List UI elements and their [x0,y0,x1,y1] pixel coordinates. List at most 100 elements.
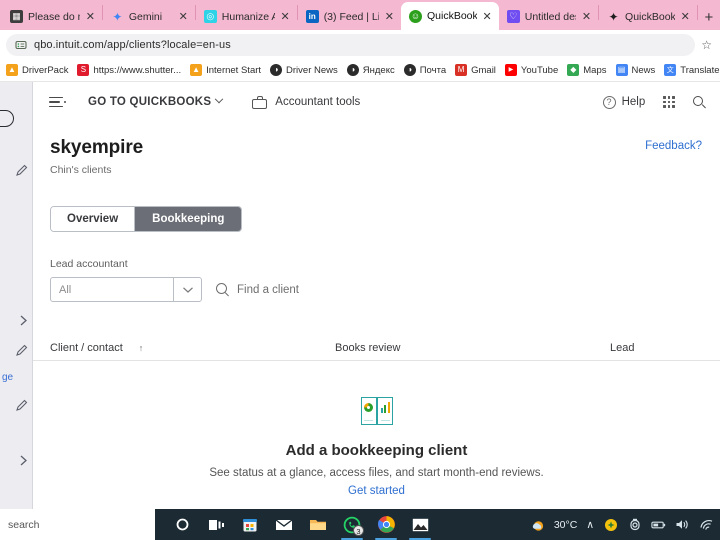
microsoft-store-icon[interactable] [233,509,267,540]
accountant-tools-menu[interactable]: Accountant tools [252,95,361,109]
bookmark-label: YouTube [520,64,559,76]
wifi-icon[interactable] [699,517,714,532]
bookmark-label: Maps [583,64,607,76]
chrome-icon[interactable] [369,509,403,540]
bookmark-internet-start[interactable]: ▲ Internet Start [190,64,261,76]
find-a-client-search[interactable]: Find a client [216,282,299,297]
driverpack-icon: ▲ [6,64,18,76]
close-icon[interactable]: ✕ [680,11,691,22]
get-started-link[interactable]: Get started [348,485,405,497]
bookmark-label: News [631,64,656,76]
bookmark-label: DriverPack [22,64,69,76]
page-viewport: ge GO TO QUICKBOOKS Accountant tools ? H… [0,82,720,540]
file-explorer-icon[interactable] [301,509,335,540]
task-view-icon[interactable] [199,509,233,540]
cortana-icon[interactable] [165,509,199,540]
bookmark-youtube[interactable]: ▶ YouTube [504,64,559,76]
close-icon[interactable]: ✕ [178,11,189,22]
browser-tab-3[interactable]: in (3) Feed | Lin ✕ [298,3,401,30]
chevron-up-icon[interactable]: ∧ [586,519,594,531]
sort-ascending-icon: ↑ [138,342,144,353]
whatsapp-badge: 3 [353,525,364,536]
tab-bookkeeping[interactable]: Bookkeeping [135,207,242,231]
battery-icon[interactable] [651,517,666,532]
bookmark-label: https://www.shutter... [93,64,182,76]
taskbar-search-input[interactable]: search [0,509,155,540]
bookmark-yandex[interactable]: ◑ Яндекс [346,64,395,76]
bookmark-shutterstock[interactable]: S https://www.shutter... [77,64,181,76]
column-header-client-contact[interactable]: Client / contact ↑ [50,342,335,354]
tab-overview[interactable]: Overview [51,207,136,231]
browser-tab-0[interactable]: ▦ Please do m ✕ [2,3,102,30]
browser-tab-4-active[interactable]: ☺ QuickBooks ✕ [400,2,499,30]
chevron-down-icon [215,94,224,104]
bookmark-star-icon[interactable]: ☆ [701,38,712,52]
speaker-icon[interactable] [675,517,690,532]
column-label: Books review [335,341,401,354]
bookmark-news[interactable]: ▤ News [615,64,656,76]
security-icon[interactable] [603,517,618,532]
bookmark-gmail[interactable]: M Gmail [455,64,496,76]
close-icon[interactable]: ✕ [581,11,592,22]
address-url-text[interactable]: qbo.intuit.com/app/clients?locale=en-us [34,39,231,51]
search-icon [216,282,230,297]
bookmark-driver-news[interactable]: ◑ Driver News [270,64,338,76]
close-icon[interactable]: ✕ [280,11,291,22]
pencil-icon[interactable] [0,162,33,178]
address-bar[interactable]: qbo.intuit.com/app/clients?locale=en-us [6,33,696,56]
bookmark-label: Яндекс [362,64,395,76]
app-top-nav: GO TO QUICKBOOKS Accountant tools ? Help [33,82,720,122]
chevron-right-icon[interactable] [0,452,33,468]
browser-toolbar: qbo.intuit.com/app/clients?locale=en-us … [0,30,720,59]
photos-icon[interactable] [403,509,437,540]
filter-bar: Lead accountant All Find a client [50,258,720,302]
bookmark-pochta[interactable]: ◑ Почта [403,64,446,76]
hamburger-menu-icon[interactable] [49,96,66,108]
empty-state-title: Add a bookkeeping client [285,442,468,459]
background-pill-shape [0,110,14,127]
mail-icon[interactable] [267,509,301,540]
accountant-tools-label: Accountant tools [275,96,361,108]
new-tab-button[interactable]: + [698,4,720,30]
column-header-lead[interactable]: Lead [610,342,704,354]
camera-icon[interactable] [627,517,642,532]
translate-icon: 文 [664,64,677,76]
bookmark-maps[interactable]: ◆ Maps [567,64,607,76]
system-tray: 30°C ∧ [530,517,720,532]
search-icon[interactable] [693,95,706,109]
whatsapp-icon[interactable]: 3 [335,509,369,540]
go-to-quickbooks-label: GO TO QUICKBOOKS [88,96,212,108]
gemini-icon: ✦ [112,10,123,23]
globe-icon: ◑ [346,64,359,76]
close-icon[interactable]: ✕ [384,11,395,22]
youtube-icon: ▶ [504,64,517,76]
browser-tab-5[interactable]: ♡ Untitled desi ✕ [499,3,598,30]
tab-title: Untitled desi [524,10,576,23]
close-icon[interactable]: ✕ [85,11,96,22]
close-icon[interactable]: ✕ [482,11,493,22]
lead-accountant-label: Lead accountant [50,258,128,270]
partly-cloudy-icon[interactable] [530,517,545,532]
tab-title: QuickBooks [625,10,675,23]
chevron-right-icon[interactable] [0,312,33,328]
background-app-label: ge [2,372,14,383]
browser-tab-6[interactable]: ✦ QuickBooks ✕ [599,3,697,30]
column-header-books-review[interactable]: Books review [335,342,610,354]
browser-tab-1[interactable]: ✦ Gemini ✕ [103,3,195,30]
grid-apps-icon[interactable] [663,96,675,108]
browser-tab-2[interactable]: ◎ Humanize AI ✕ [196,3,297,30]
chevron-down-icon[interactable] [173,278,201,301]
page-header: skyempire Chin's clients Feedback? [33,122,720,176]
feedback-link[interactable]: Feedback? [645,140,702,152]
go-to-quickbooks-menu[interactable]: GO TO QUICKBOOKS [88,94,224,108]
app-nav-right: ? Help [602,95,706,109]
help-button[interactable]: ? Help [602,95,645,109]
pencil-icon[interactable] [0,397,33,413]
page-info-icon[interactable] [14,38,27,51]
bookmark-translate[interactable]: 文 Translate [664,64,720,76]
column-label: Lead [610,341,635,354]
bookmark-driverpack[interactable]: ▲ DriverPack [6,64,68,76]
pencil-icon[interactable] [0,342,33,358]
linkedin-icon: in [305,10,319,23]
lead-accountant-select[interactable]: All [50,277,202,302]
